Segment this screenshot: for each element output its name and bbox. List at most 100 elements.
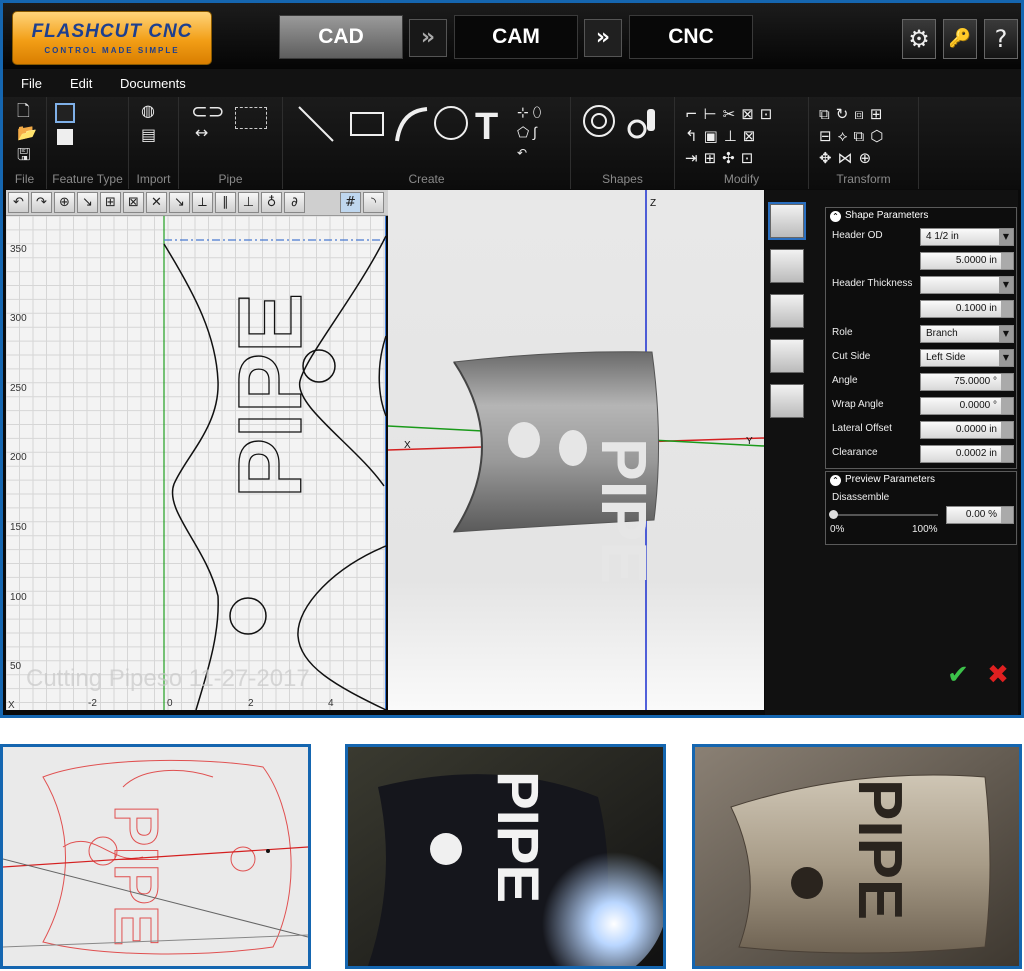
mode-arrow-icon: » [409, 19, 447, 57]
collapse-icon[interactable]: ⌃ [830, 475, 841, 486]
svg-text:⊹ ⬯: ⊹ ⬯ [517, 104, 542, 120]
tab-branch-pipe-icon[interactable] [768, 202, 806, 240]
menu-bar: File Edit Documents [3, 69, 1021, 97]
mode-tab-cam[interactable]: CAM [454, 15, 578, 59]
snap-midpoint-icon[interactable]: ↘ [169, 192, 190, 213]
shape-parameters-header[interactable]: ⌃ Shape Parameters [826, 208, 1016, 224]
snap-grid-icon[interactable]: ⊞ [100, 192, 121, 213]
snap-quadrant-icon[interactable]: ♁ [261, 192, 282, 213]
spinner-icon[interactable] [1001, 374, 1013, 390]
save-icon[interactable]: 🖫 [17, 147, 31, 163]
snap-center-icon[interactable]: ⊕ [54, 192, 75, 213]
ribbon-group-feature-type: Feature Type [47, 97, 129, 189]
menu-documents[interactable]: Documents [120, 76, 186, 91]
mode-tab-cad[interactable]: CAD [279, 15, 403, 59]
snap-parallel-icon[interactable]: ∥ [215, 192, 236, 213]
x-tick-label: 2 [248, 698, 254, 709]
collapse-icon[interactable]: ⌃ [830, 211, 841, 222]
3d-preview-view[interactable]: Z X Y PIPE [388, 190, 764, 710]
open-folder-icon[interactable]: 📂 [17, 125, 37, 141]
lateral-offset-input[interactable]: 0.0000 in [920, 421, 1014, 439]
x-tick-label: 4 [328, 698, 334, 709]
feature-outline-icon[interactable] [55, 103, 75, 123]
header-od-label: Header OD [832, 230, 883, 241]
transform-tools-icons[interactable]: ⧉↻⧈⊞ ⊟⟡⧉⬡ ✥⋈⊕ [819, 103, 889, 169]
snap-curve-icon[interactable]: ↷ [31, 192, 52, 213]
disassemble-slider-track[interactable] [834, 514, 938, 516]
ribbon-group-import: ◍ ▤ Import [129, 97, 179, 189]
header-od-size-input[interactable]: 5.0000 in [920, 252, 1014, 270]
pipe-tool-icon[interactable]: ⊂⊃ [191, 101, 225, 121]
properties-sidebar: ⌃ Shape Parameters Header OD 4 1/2 in ▼ 5.… [765, 190, 1018, 715]
snap-intersect-icon[interactable]: ⊠ [123, 192, 144, 213]
tab-cluster-icon[interactable] [770, 339, 804, 373]
shape-parameters-panel: ⌃ Shape Parameters Header OD 4 1/2 in ▼ 5.… [825, 207, 1017, 469]
y-tick-label: 250 [10, 383, 27, 394]
ok-check-icon[interactable]: ✔ [945, 662, 971, 688]
ribbon-label-modify: Modify [723, 172, 760, 186]
snap-endpoint-icon[interactable]: ↘ [77, 192, 98, 213]
menu-edit[interactable]: Edit [70, 76, 92, 91]
2d-unwrap-view[interactable]: PIPE 350 300 250 200 150 100 50 -2 0 2 4 X Cuttin… [6, 216, 386, 710]
spinner-icon[interactable] [1001, 398, 1013, 414]
svg-text:T: T [475, 106, 498, 148]
snap-tangent-icon[interactable]: ↶ [8, 192, 29, 213]
disassemble-value-input[interactable]: 0.00 % [946, 506, 1014, 524]
header-thickness-select[interactable]: ▼ [920, 276, 1014, 294]
header-od-select[interactable]: 4 1/2 in ▼ [920, 228, 1014, 246]
spinner-icon[interactable] [1001, 253, 1013, 269]
snap-perpendicular-icon[interactable]: ⟂ [192, 192, 213, 213]
lateral-offset-label: Lateral Offset [832, 423, 892, 434]
header-thickness-input[interactable]: 0.1000 in [920, 300, 1014, 318]
new-file-icon[interactable]: 🗋 [17, 103, 30, 119]
import-file-icon[interactable]: ▤ [141, 127, 156, 143]
snap-nearest-icon[interactable]: ∂ [284, 192, 305, 213]
ribbon-label-transform: Transform [836, 172, 891, 186]
key-icon[interactable]: 🔑 [943, 19, 977, 59]
clearance-label: Clearance [832, 447, 878, 458]
angle-input[interactable]: 75.0000 ° [920, 373, 1014, 391]
wrap-angle-input[interactable]: 0.0000 ° [920, 397, 1014, 415]
tab-saddle-icon[interactable] [770, 294, 804, 328]
feature-fill-icon[interactable] [57, 129, 73, 145]
z-axis-label: Z [650, 198, 656, 209]
tab-offset-icon[interactable] [770, 384, 804, 418]
snap-ortho-icon[interactable]: ⊥ [238, 192, 259, 213]
spinner-icon[interactable] [1001, 507, 1013, 523]
logo-tagline: CONTROL MADE SIMPLE [44, 46, 180, 55]
help-icon[interactable]: ? [984, 19, 1018, 59]
ribbon-label-file: File [14, 172, 35, 186]
pipe-width-icon[interactable]: ↔ [195, 125, 208, 141]
spinner-icon[interactable] [1001, 301, 1013, 317]
spinner-icon[interactable] [1001, 422, 1013, 438]
toolpath-drawing: PIPE [3, 759, 308, 955]
ribbon-label-feature-type: Feature Type [52, 172, 123, 186]
y-axis-label: Y [746, 436, 753, 447]
ribbon-label-pipe: Pipe [218, 172, 243, 186]
ribbon-group-shapes: Shapes [571, 97, 675, 189]
grid-toggle-icon[interactable]: # [340, 192, 361, 213]
mode-tab-cnc[interactable]: CNC [629, 15, 753, 59]
import-globe-icon[interactable]: ◍ [141, 103, 155, 119]
shapes-icons[interactable] [581, 103, 671, 143]
role-select[interactable]: Branch ▼ [920, 325, 1014, 343]
spinner-icon[interactable] [1001, 446, 1013, 462]
create-tools-icons[interactable]: T ⊹ ⬯ ⬠ ∫ ↶ [293, 101, 563, 161]
ribbon-group-file: 🗋 📂 🖫 File [3, 97, 47, 189]
cancel-x-icon[interactable]: ✖ [985, 662, 1011, 688]
logo-title: FLASHCUT CNC [31, 21, 193, 42]
preview-parameters-header[interactable]: ⌃ Preview Parameters [826, 472, 1016, 488]
finished-hole [791, 867, 823, 899]
snap-cross-icon[interactable]: ✕ [146, 192, 167, 213]
clearance-input[interactable]: 0.0002 in [920, 445, 1014, 463]
pipe-region-icon[interactable] [235, 107, 267, 129]
modify-tools-icons[interactable]: ⌐⊢✂⊠⊡ ↰▣⊥⊠ ⇥⊞✣⊡ [685, 103, 778, 169]
cut-side-select[interactable]: Left Side ▼ [920, 349, 1014, 367]
chevron-down-icon: ▼ [999, 326, 1013, 342]
disassemble-slider-thumb[interactable] [829, 510, 838, 519]
chevron-down-icon: ▼ [999, 350, 1013, 366]
tab-elbow-icon[interactable] [770, 249, 804, 283]
arc-snap-icon[interactable]: ◝ [363, 192, 384, 213]
menu-file[interactable]: File [21, 76, 42, 91]
settings-gear-icon[interactable]: ⚙ [902, 19, 936, 59]
